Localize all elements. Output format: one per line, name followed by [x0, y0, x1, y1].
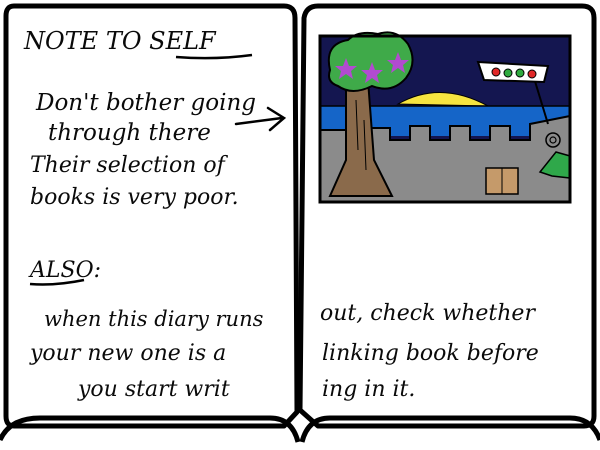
also-label: ALSO: [28, 258, 101, 283]
spread-line-3-right: ing in it. [322, 377, 415, 402]
linking-panel-image[interactable] [318, 31, 572, 204]
spread-line-1-right: out, check whether [320, 301, 536, 326]
note-line-1: Don't bother going [35, 90, 256, 116]
note-line-3: Their selection of [30, 153, 229, 178]
spread-line-2-right: linking book before [322, 341, 539, 366]
diary-spread: NOTE TO SELF Don't bother going through … [0, 0, 600, 450]
flag [476, 60, 550, 84]
note-heading: NOTE TO SELF [23, 27, 217, 55]
spread-line-3-left: you start writ [77, 377, 230, 402]
note-line-2: through there [48, 120, 211, 146]
spread-line-1-left: when this diary runs [44, 307, 264, 331]
note-line-4: books is very poor. [30, 185, 239, 210]
spread-line-2-left: your new one is a [29, 341, 226, 366]
